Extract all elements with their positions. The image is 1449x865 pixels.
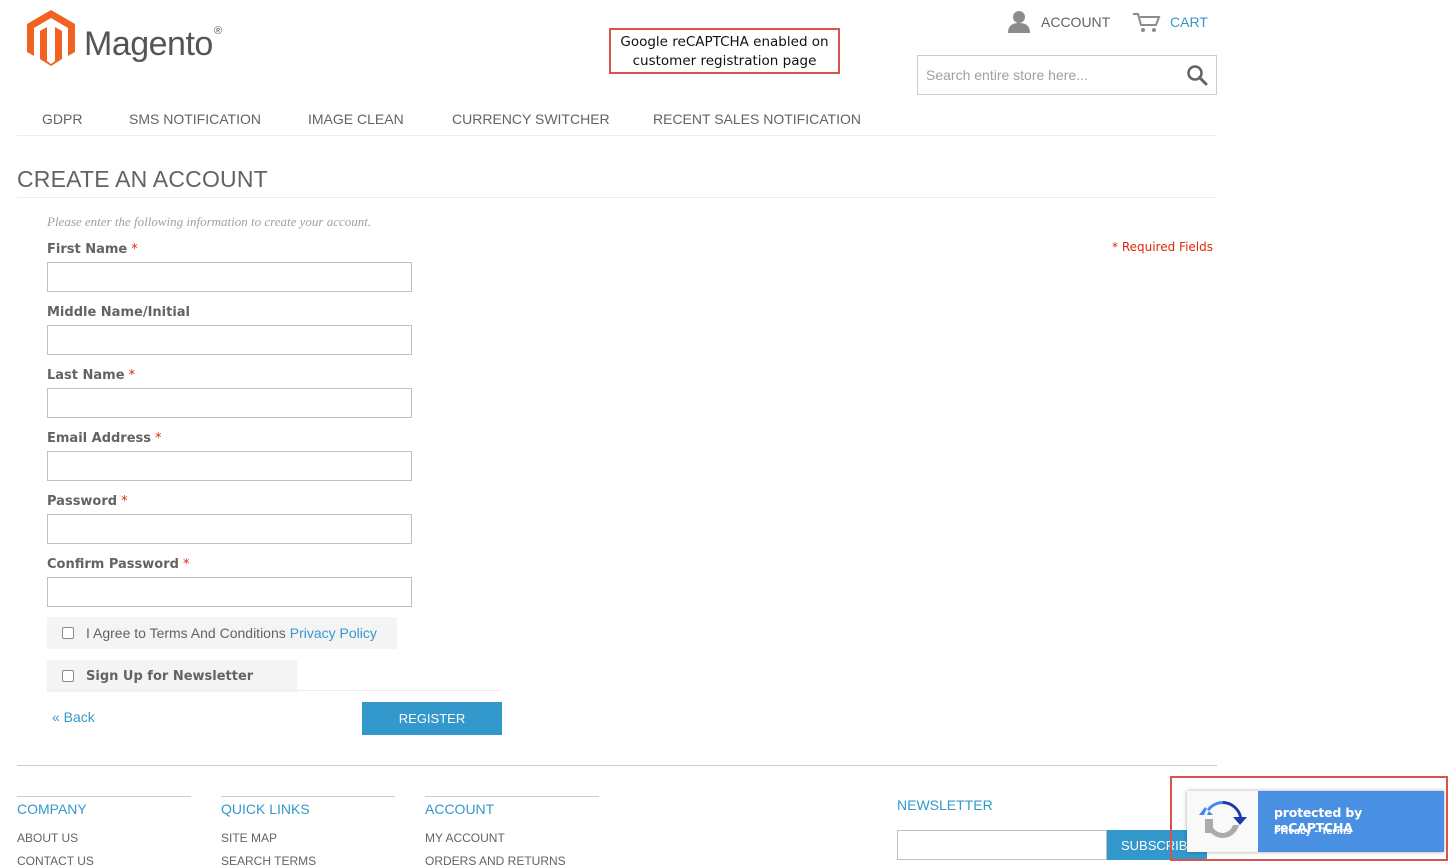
recaptcha-terms-link[interactable]: Terms xyxy=(1321,827,1351,837)
form-divider xyxy=(47,690,502,691)
agree-terms-row: I Agree to Terms And Conditions Privacy … xyxy=(47,617,397,649)
nav-item-image-clean[interactable]: IMAGE CLEAN xyxy=(308,111,404,127)
footer-divider xyxy=(17,765,1217,766)
privacy-policy-link[interactable]: Privacy Policy xyxy=(290,625,377,641)
footer-link-my-account[interactable]: MY ACCOUNT xyxy=(425,831,505,845)
recaptcha-annotation-callout: Google reCAPTCHA enabled on customer reg… xyxy=(609,28,840,74)
last-name-label: Last Name * xyxy=(47,368,136,383)
register-button[interactable]: REGISTER xyxy=(362,702,502,735)
email-label: Email Address * xyxy=(47,431,162,446)
cart-icon xyxy=(1133,13,1161,32)
annotation-line-2: customer registration page xyxy=(632,53,817,69)
required-star: * xyxy=(128,368,136,383)
recaptcha-panel: protected by reCAPTCHA Privacy - Terms xyxy=(1258,791,1444,852)
newsletter-title: NEWSLETTER xyxy=(897,797,993,813)
required-star: * xyxy=(155,431,162,446)
recaptcha-link-separator: - xyxy=(1311,827,1322,837)
required-star: * xyxy=(131,242,138,257)
footer-link-site-map[interactable]: SITE MAP xyxy=(221,831,277,845)
first-name-label: First Name * xyxy=(47,242,138,257)
search-icon[interactable] xyxy=(1186,64,1208,86)
annotation-line-1: Google reCAPTCHA enabled on xyxy=(620,34,829,50)
logo-text: Magento xyxy=(84,25,213,63)
required-star: * xyxy=(182,557,190,572)
recaptcha-logo xyxy=(1187,791,1258,852)
nav-item-currency-switcher[interactable]: CURRENCY SWITCHER xyxy=(452,111,610,127)
magento-logo-icon xyxy=(27,10,75,66)
newsletter-row: Sign Up for Newsletter xyxy=(47,660,297,692)
search-box xyxy=(917,55,1217,95)
required-star: * xyxy=(121,494,128,509)
footer-link-search-terms[interactable]: SEARCH TERMS xyxy=(221,854,316,865)
recaptcha-privacy-link[interactable]: Privacy xyxy=(1274,827,1311,837)
main-nav: GDPR SMS NOTIFICATION IMAGE CLEAN CURREN… xyxy=(17,106,1217,136)
logo-registered-mark: ® xyxy=(214,25,223,37)
newsletter-label: Sign Up for Newsletter xyxy=(86,668,254,684)
page-title: CREATE AN ACCOUNT xyxy=(17,166,268,192)
password-field[interactable] xyxy=(47,514,412,544)
back-link[interactable]: « Back xyxy=(52,709,95,725)
recaptcha-icon xyxy=(1199,801,1247,838)
nav-item-sms-notification[interactable]: SMS NOTIFICATION xyxy=(129,111,261,127)
agree-terms-label: I Agree to Terms And Conditions xyxy=(86,625,286,641)
footer-company-title: COMPANY xyxy=(17,801,87,817)
newsletter-email-input[interactable] xyxy=(897,830,1107,860)
magento-logo[interactable]: Magento ® xyxy=(26,9,236,69)
recaptcha-links: Privacy - Terms xyxy=(1274,827,1352,837)
account-link[interactable]: ACCOUNT xyxy=(1007,10,1110,34)
footer-quick-links-title: QUICK LINKS xyxy=(221,801,310,817)
email-field[interactable] xyxy=(47,451,412,481)
recaptcha-badge: protected by reCAPTCHA Privacy - Terms xyxy=(1187,791,1444,852)
footer-column-rule xyxy=(221,796,395,797)
nav-item-gdpr[interactable]: GDPR xyxy=(42,111,82,127)
footer-link-contact-us[interactable]: CONTACT US xyxy=(17,854,94,865)
cart-link[interactable]: CART xyxy=(1132,10,1208,34)
footer-account-title: ACCOUNT xyxy=(425,801,495,817)
form-intro-text: Please enter the following information t… xyxy=(47,214,372,229)
middle-name-label: Middle Name/Initial xyxy=(47,305,191,320)
required-fields-note: * Required Fields xyxy=(1112,240,1213,254)
first-name-field[interactable] xyxy=(47,262,412,292)
confirm-password-field[interactable] xyxy=(47,577,412,607)
last-name-field[interactable] xyxy=(47,388,412,418)
account-label: ACCOUNT xyxy=(1041,14,1111,30)
middle-name-field[interactable] xyxy=(47,325,412,355)
footer-link-about-us[interactable]: ABOUT US xyxy=(17,831,78,845)
newsletter-checkbox[interactable] xyxy=(62,670,74,682)
title-divider xyxy=(17,197,1217,198)
cart-label: CART xyxy=(1170,14,1208,30)
nav-item-recent-sales-notification[interactable]: RECENT SALES NOTIFICATION xyxy=(653,111,861,127)
user-icon xyxy=(1008,11,1030,33)
footer-link-orders-and-returns[interactable]: ORDERS AND RETURNS xyxy=(425,854,566,865)
password-label: Password * xyxy=(47,494,128,509)
confirm-password-label: Confirm Password * xyxy=(47,557,190,572)
footer-column-rule xyxy=(425,796,599,797)
search-input[interactable] xyxy=(918,56,1178,94)
footer-column-rule xyxy=(17,796,191,797)
agree-terms-checkbox[interactable] xyxy=(62,627,74,639)
